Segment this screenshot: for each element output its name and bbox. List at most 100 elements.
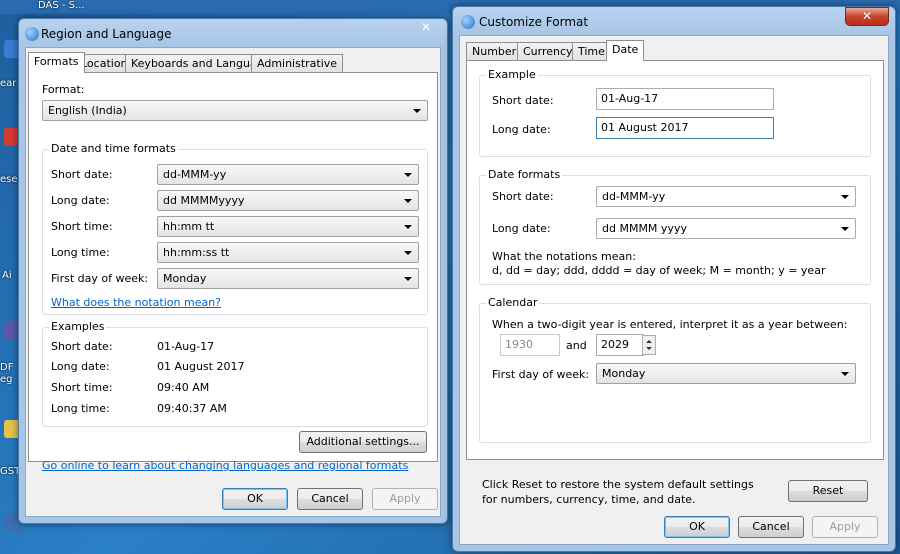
examples-group: Examples Short date: 01-Aug-17 Long date… bbox=[42, 320, 428, 427]
window-title: Region and Language bbox=[41, 27, 172, 41]
notation-heading: What the notations mean: bbox=[492, 250, 636, 263]
example-long-date-label: Long date: bbox=[492, 123, 551, 136]
spin-up-icon[interactable] bbox=[646, 340, 652, 343]
chevron-down-icon bbox=[404, 251, 412, 255]
example-short-date-label: Short date: bbox=[51, 340, 113, 353]
chevron-down-icon bbox=[404, 277, 412, 281]
ok-button[interactable]: OK bbox=[222, 488, 288, 510]
title-bar[interactable]: Customize Format ✕ bbox=[453, 7, 895, 35]
tab-strip: Numbers Currency Time Date bbox=[464, 40, 884, 61]
chevron-down-icon bbox=[841, 372, 849, 376]
apply-button[interactable]: Apply bbox=[812, 516, 878, 538]
tab-date[interactable]: Date bbox=[606, 40, 645, 61]
group-title: Date formats bbox=[486, 168, 563, 181]
window-title: Customize Format bbox=[479, 15, 589, 29]
close-button[interactable]: ✕ bbox=[409, 19, 443, 38]
year-from-field: 1930 bbox=[500, 334, 560, 356]
calendar-first-day-value: Monday bbox=[602, 367, 646, 380]
desktop-label: eg bbox=[0, 374, 13, 385]
long-date-format-value: dd MMMM yyyy bbox=[602, 222, 687, 235]
chevron-down-icon bbox=[404, 199, 412, 203]
group-title: Date and time formats bbox=[49, 142, 178, 155]
long-date-format-label: Long date: bbox=[492, 222, 551, 235]
and-label: and bbox=[566, 339, 587, 352]
group-title: Examples bbox=[49, 320, 107, 333]
short-date-format-select[interactable]: dd-MMM-yy bbox=[596, 186, 856, 207]
short-date-label: Short date: bbox=[51, 168, 113, 181]
group-title: Example bbox=[486, 68, 538, 81]
example-short-time-label: Short time: bbox=[51, 381, 113, 394]
cancel-button[interactable]: Cancel bbox=[297, 488, 363, 510]
dialog-client-area: Formats Location Keyboards and Languages… bbox=[25, 47, 441, 517]
example-short-date-field[interactable]: 01-Aug-17 bbox=[596, 88, 774, 110]
formats-panel: Format: English (India) Date and time fo… bbox=[28, 72, 438, 472]
chevron-down-icon bbox=[413, 109, 421, 113]
example-short-time-value: 09:40 AM bbox=[157, 381, 210, 394]
dialog-client-area: Numbers Currency Time Date Example Short… bbox=[459, 35, 889, 545]
short-time-label: Short time: bbox=[51, 220, 113, 233]
short-date-select[interactable]: dd-MMM-yy bbox=[157, 164, 419, 185]
short-date-format-label: Short date: bbox=[492, 190, 554, 203]
group-title: Calendar bbox=[486, 296, 540, 309]
example-short-date-value: 01-Aug-17 bbox=[157, 340, 215, 353]
example-group: Example Short date: 01-Aug-17 Long date:… bbox=[479, 68, 871, 157]
short-date-value: dd-MMM-yy bbox=[163, 168, 227, 181]
close-button[interactable]: ✕ bbox=[845, 7, 889, 26]
example-long-date-value: 01 August 2017 bbox=[157, 360, 245, 373]
long-date-select[interactable]: dd MMMMyyyy bbox=[157, 190, 419, 211]
format-select-value: English (India) bbox=[48, 104, 127, 117]
example-short-date-label: Short date: bbox=[492, 94, 554, 107]
desktop-label: DAS - S... bbox=[38, 0, 85, 11]
tab-administrative[interactable]: Administrative bbox=[251, 54, 344, 72]
customize-format-window: Customize Format ✕ Numbers Currency Time… bbox=[452, 6, 896, 552]
long-date-format-select[interactable]: dd MMMM yyyy bbox=[596, 218, 856, 239]
long-time-label: Long time: bbox=[51, 246, 110, 259]
desktop-label: ear bbox=[0, 78, 17, 89]
calendar-description: When a two-digit year is entered, interp… bbox=[492, 318, 848, 331]
datetime-formats-group: Date and time formats Short date: dd-MMM… bbox=[42, 142, 428, 315]
example-long-date-label: Long date: bbox=[51, 360, 110, 373]
first-day-value: Monday bbox=[163, 272, 207, 285]
additional-settings-button[interactable]: Additional settings... bbox=[299, 431, 427, 453]
first-day-select[interactable]: Monday bbox=[157, 268, 419, 289]
short-time-select[interactable]: hh:mm tt bbox=[157, 216, 419, 237]
reset-description: Click Reset to restore the system defaul… bbox=[482, 478, 754, 506]
tab-currency[interactable]: Currency bbox=[517, 42, 579, 60]
calendar-first-day-select[interactable]: Monday bbox=[596, 363, 856, 384]
reset-button[interactable]: Reset bbox=[788, 480, 868, 502]
desktop-label: Ai bbox=[2, 270, 12, 281]
desktop-label: ese bbox=[0, 174, 18, 185]
date-formats-group: Date formats Short date: dd-MMM-yy Long … bbox=[479, 168, 871, 285]
tab-strip: Formats Location Keyboards and Languages… bbox=[26, 52, 436, 73]
example-long-date-field[interactable]: 01 August 2017 bbox=[596, 117, 774, 139]
apply-button[interactable]: Apply bbox=[372, 488, 438, 510]
example-long-time-label: Long time: bbox=[51, 402, 110, 415]
date-panel: Example Short date: 01-Aug-17 Long date:… bbox=[466, 60, 884, 460]
long-date-value: dd MMMMyyyy bbox=[163, 194, 245, 207]
title-bar[interactable]: Region and Language ✕ bbox=[19, 19, 447, 47]
online-help-link[interactable]: Go online to learn about changing langua… bbox=[42, 459, 408, 472]
calendar-group: Calendar When a two-digit year is entere… bbox=[479, 296, 871, 443]
globe-icon bbox=[25, 27, 39, 41]
year-to-spinner[interactable] bbox=[642, 335, 656, 355]
calendar-first-day-label: First day of week: bbox=[492, 368, 590, 381]
ok-button[interactable]: OK bbox=[664, 516, 730, 538]
year-to-field[interactable]: 2029 bbox=[596, 334, 644, 356]
chevron-down-icon bbox=[404, 173, 412, 177]
region-language-window: Region and Language ✕ Formats Location K… bbox=[18, 18, 448, 524]
tab-formats[interactable]: Formats bbox=[28, 52, 85, 73]
chevron-down-icon bbox=[841, 227, 849, 231]
long-date-label: Long date: bbox=[51, 194, 110, 207]
cancel-button[interactable]: Cancel bbox=[738, 516, 804, 538]
chevron-down-icon bbox=[404, 225, 412, 229]
globe-icon bbox=[461, 15, 475, 29]
long-time-value: hh:mm:ss tt bbox=[163, 246, 230, 259]
notation-help-link[interactable]: What does the notation mean? bbox=[51, 296, 221, 309]
first-day-label: First day of week: bbox=[51, 272, 149, 285]
chevron-down-icon bbox=[841, 195, 849, 199]
short-time-value: hh:mm tt bbox=[163, 220, 215, 233]
long-time-select[interactable]: hh:mm:ss tt bbox=[157, 242, 419, 263]
format-select[interactable]: English (India) bbox=[42, 100, 428, 121]
example-long-time-value: 09:40:37 AM bbox=[157, 402, 227, 415]
spin-down-icon[interactable] bbox=[646, 347, 652, 350]
